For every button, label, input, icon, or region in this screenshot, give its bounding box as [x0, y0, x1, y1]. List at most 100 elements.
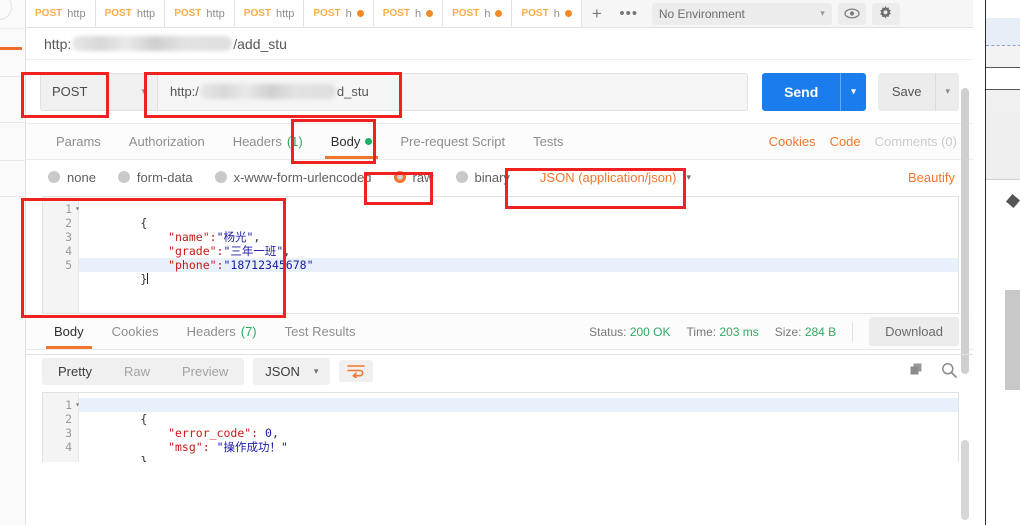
content-type-selector[interactable]: JSON (application/json) ▾ — [540, 170, 691, 185]
divider — [0, 122, 26, 123]
tab-label: Headers — [232, 134, 282, 149]
divider — [0, 196, 26, 197]
request-tab[interactable]: POST http — [26, 0, 96, 27]
view-mode-raw[interactable]: Raw — [108, 358, 166, 385]
editor-code[interactable]: { "error_code": 0, "msg": "操作成功！" } — [79, 393, 958, 462]
tab-name: http — [67, 7, 86, 20]
save-button[interactable]: Save ▾ — [877, 72, 959, 111]
code-token: "name": — [140, 230, 217, 244]
redacted-url-host — [199, 84, 336, 99]
line-number: 2 — [65, 412, 72, 426]
code-token: , — [283, 244, 291, 258]
chevron-down-icon: ▾ — [313, 365, 319, 376]
url-prefix: http:/ — [170, 84, 199, 99]
radio-icon — [48, 171, 60, 183]
tab-headers[interactable]: Headers (1) — [219, 124, 317, 159]
body-type-raw[interactable]: raw — [393, 169, 434, 185]
url-input[interactable]: http:/ d_stu — [157, 72, 749, 111]
tab-method: POST — [382, 8, 410, 19]
response-tab-cookies[interactable]: Cookies — [98, 314, 173, 349]
tab-params[interactable]: Params — [42, 124, 115, 159]
view-mode-preview[interactable]: Preview — [166, 358, 244, 385]
environment-controls: No Environment ▾ — [651, 0, 904, 27]
request-tab[interactable]: POST http — [165, 0, 235, 27]
request-tab[interactable]: POST h — [443, 0, 513, 27]
body-type-urlencoded[interactable]: x-www-form-urlencoded — [214, 170, 372, 185]
tab-label: Body — [330, 134, 361, 149]
tab-pre-request-script[interactable]: Pre-request Script — [386, 124, 519, 159]
tab-name: h — [414, 7, 422, 20]
code-token: { — [140, 412, 148, 426]
radio-icon — [214, 171, 227, 183]
save-options-chevron-down-icon[interactable]: ▾ — [936, 73, 959, 111]
send-button[interactable]: Send ▾ — [762, 72, 866, 111]
response-tab-body[interactable]: Body — [40, 314, 98, 349]
beautify-button[interactable]: Beautify — [908, 170, 955, 185]
request-tab[interactable]: POST h — [512, 0, 582, 27]
response-meta: Status: 200 OK Time: 203 ms Size: 284 B … — [589, 314, 973, 349]
request-tab[interactable]: POST http — [234, 0, 305, 27]
body-type-binary[interactable]: binary — [455, 169, 510, 185]
response-section-tabs: Body Cookies Headers (7) Test Results St… — [26, 314, 973, 350]
code-link[interactable]: Code — [830, 134, 861, 149]
request-tab[interactable]: POST h — [304, 0, 374, 27]
code-token: , — [271, 426, 279, 440]
tab-body[interactable]: Body — [317, 124, 387, 159]
request-pane-scrollbar[interactable] — [961, 88, 969, 374]
unsaved-dot-icon — [495, 10, 503, 17]
left-sidebar-strip — [0, 0, 26, 525]
environment-quick-look-button[interactable] — [837, 2, 866, 25]
response-tab-headers[interactable]: Headers (7) — [173, 314, 271, 349]
response-format-selector[interactable]: JSON ▾ — [253, 357, 331, 385]
tab-label: Headers — [186, 324, 236, 339]
unsaved-dot-icon — [356, 10, 364, 17]
line-number: 1 ▾ — [43, 202, 80, 216]
body-type-row: none form-data x-www-form-urlencoded raw… — [26, 160, 973, 194]
tab-method: POST — [35, 8, 63, 19]
gear-icon — [880, 6, 892, 19]
line-number-text: 1 — [65, 398, 72, 412]
copy-button[interactable] — [909, 362, 925, 381]
code-token: , — [253, 230, 261, 244]
text-cursor — [147, 273, 149, 284]
unsaved-dot-icon — [426, 10, 434, 17]
word-wrap-button[interactable] — [339, 360, 374, 382]
tab-label: Body — [54, 324, 84, 339]
cookies-link[interactable]: Cookies — [769, 134, 816, 149]
bg-scrollbar — [1005, 290, 1020, 390]
radio-label: binary — [474, 169, 510, 185]
send-options-chevron-down-icon[interactable]: ▾ — [841, 73, 866, 111]
background-window — [985, 0, 1020, 525]
download-button[interactable]: Download — [869, 317, 959, 346]
editor-code[interactable]: { "name":"杨光", "grade":"三年一班", "phone":"… — [79, 197, 958, 313]
tab-label: Cookies — [111, 324, 159, 339]
request-tab[interactable]: POST http — [95, 0, 166, 27]
comments-link[interactable]: Comments (0) — [875, 134, 957, 149]
editor-gutter: 1 ▾ 2 3 4 — [43, 393, 80, 462]
search-button[interactable] — [941, 362, 957, 381]
line-number: 4 — [65, 440, 72, 454]
view-mode-pretty[interactable]: Pretty — [42, 358, 108, 385]
headers-count: (7) — [240, 324, 257, 339]
response-toolbar: Pretty Raw Preview JSON ▾ — [26, 350, 973, 392]
response-tab-test-results[interactable]: Test Results — [271, 314, 370, 349]
http-method-selector[interactable]: POST ▾ — [40, 72, 157, 111]
search-icon — [942, 362, 957, 378]
radio-label: raw — [412, 169, 434, 185]
tab-overflow-menu-button[interactable]: ••• — [611, 0, 646, 27]
settings-button[interactable] — [871, 2, 900, 25]
response-pane-scrollbar[interactable] — [961, 440, 969, 520]
body-type-none[interactable]: none — [48, 170, 96, 185]
tab-tests[interactable]: Tests — [519, 124, 577, 159]
request-body-editor[interactable]: 1 ▾ 2 3 4 5 { "name":"杨光", "grade":"三年一班… — [42, 196, 959, 314]
request-tabs-right-links: Cookies Code Comments (0) — [769, 124, 973, 159]
response-view-mode-group: Pretty Raw Preview — [42, 357, 245, 385]
request-tab[interactable]: POST h — [373, 0, 444, 27]
tab-authorization[interactable]: Authorization — [115, 124, 219, 159]
radio-label: form-data — [136, 169, 193, 185]
response-body-editor[interactable]: 1 ▾ 2 3 4 { "error_code": 0, "msg": "操作成… — [42, 392, 959, 462]
new-tab-button[interactable]: + — [581, 0, 612, 27]
environment-selector[interactable]: No Environment ▾ — [651, 2, 832, 25]
response-toolbar-right — [909, 362, 957, 381]
body-type-form-data[interactable]: form-data — [117, 169, 193, 185]
